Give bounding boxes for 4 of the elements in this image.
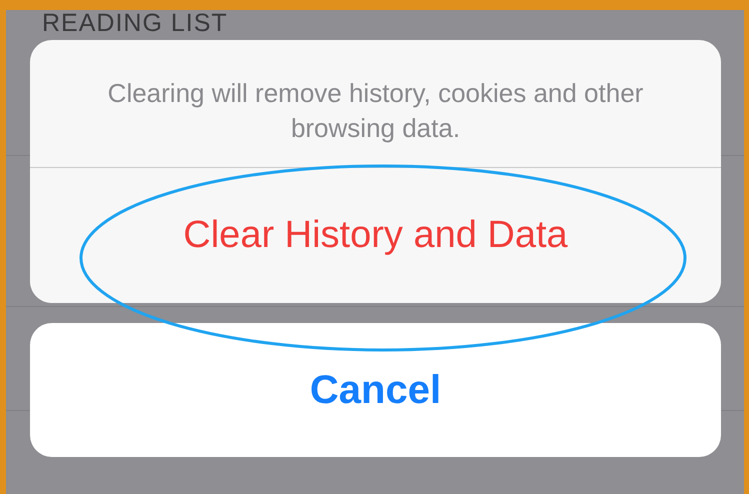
section-header: READING LIST [42,10,228,36]
clear-data-button[interactable]: Clear History and Data [30,166,721,303]
sheet-message: Clearing will remove history, cookies and other browsing data. [106,77,644,146]
cancel-button[interactable]: Cancel [30,322,721,457]
